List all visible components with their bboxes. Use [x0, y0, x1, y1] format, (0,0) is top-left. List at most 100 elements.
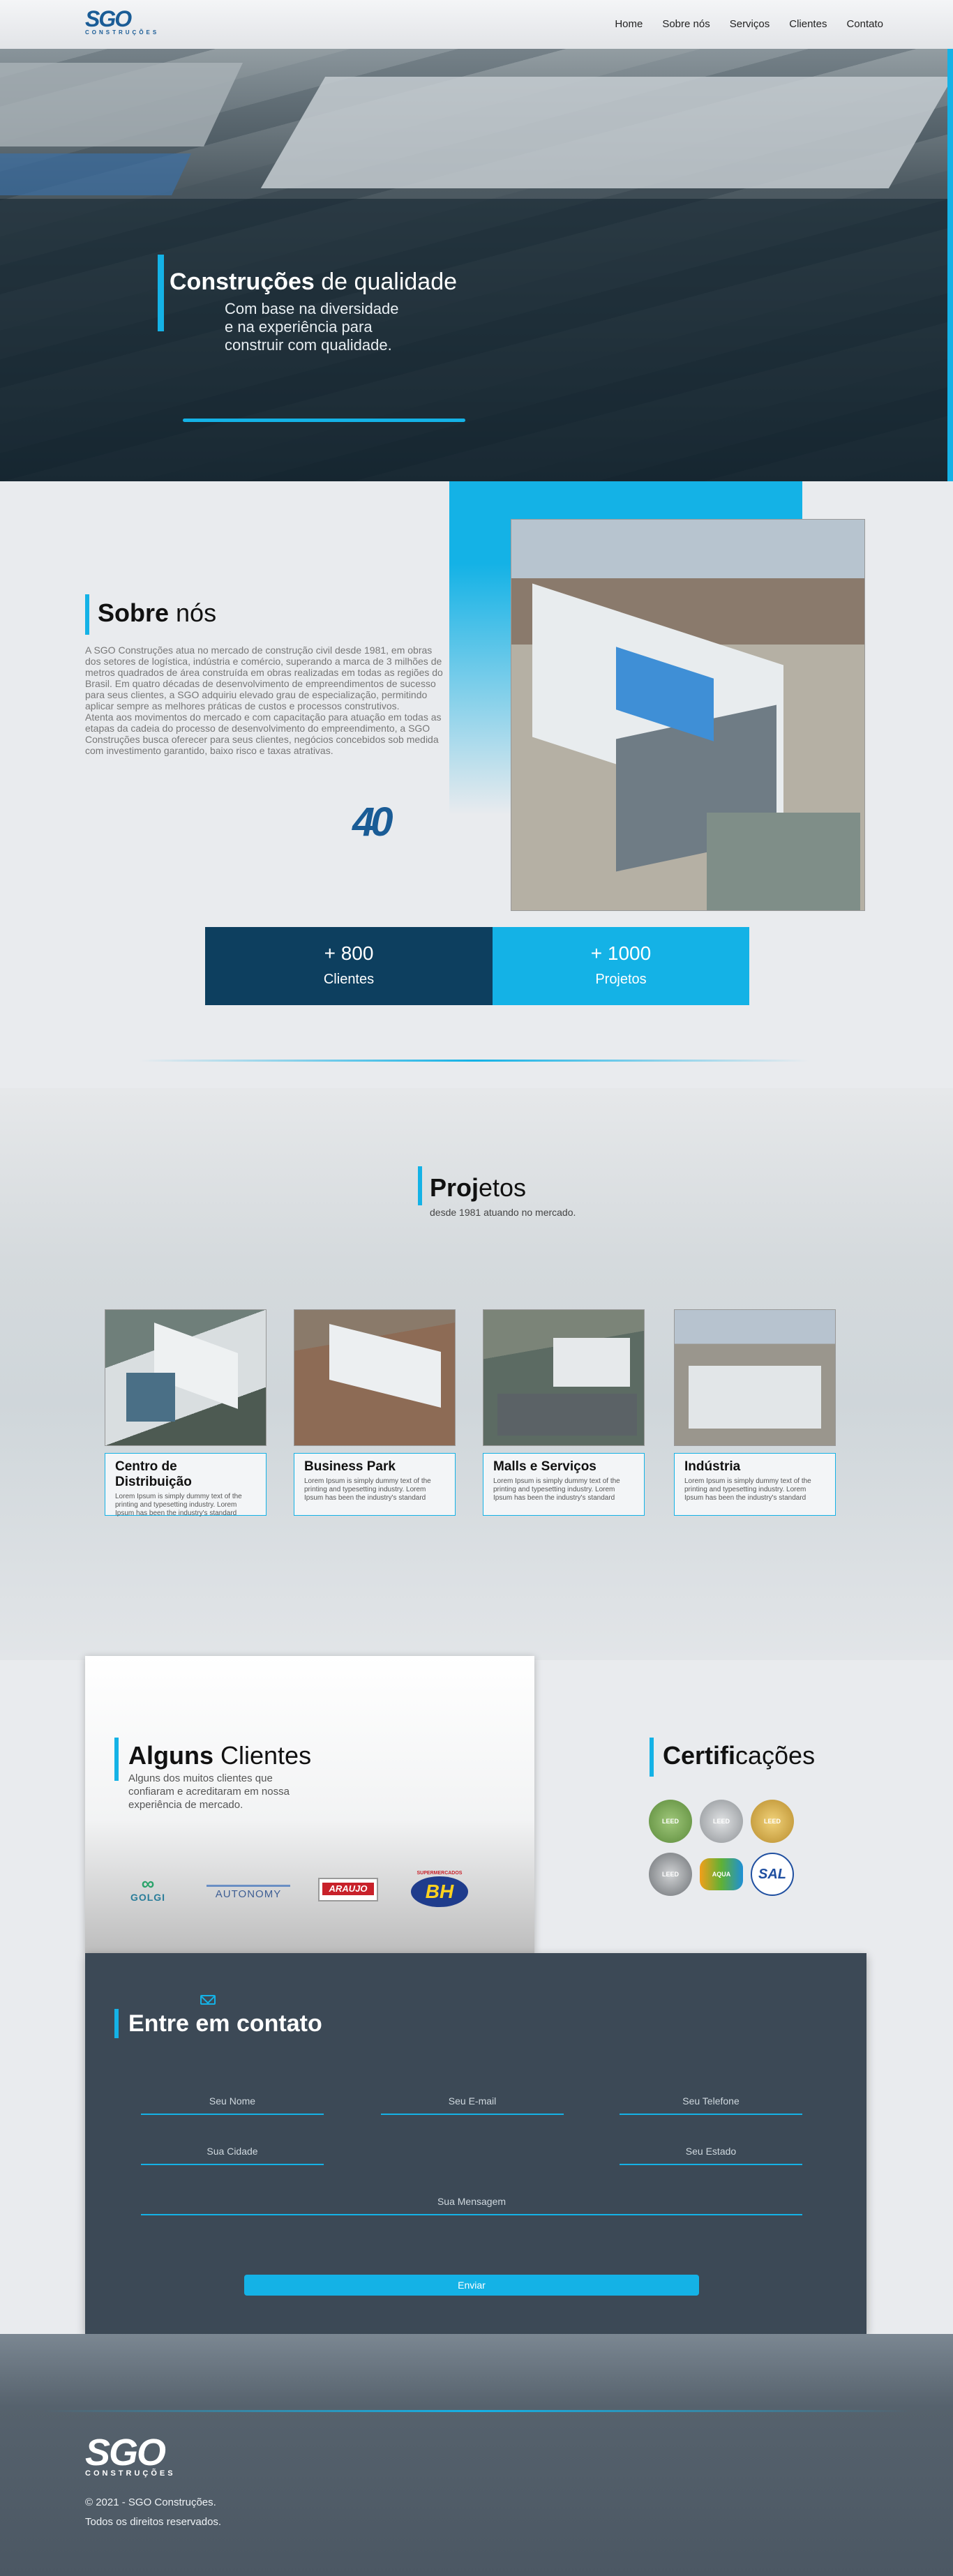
name-field[interactable]: Seu Nome — [141, 2094, 324, 2115]
certifications-title: Certificações — [663, 1741, 815, 1770]
certifications-title-rest: cações — [735, 1741, 816, 1770]
stat-number: + 1000 — [590, 942, 652, 964]
project-image[interactable] — [483, 1309, 645, 1446]
stat-projects: + 1000 Projetos — [493, 927, 749, 1005]
nav-contact[interactable]: Contato — [846, 18, 883, 30]
project-image-building — [126, 1373, 175, 1422]
send-button[interactable]: Enviar — [244, 2275, 699, 2296]
hero-title-bold: Construções — [170, 269, 315, 295]
project-card-text: Lorem Ipsum is simply dummy text of the … — [684, 1477, 811, 1502]
logo[interactable]: SGO CONSTRUÇÕES — [85, 8, 159, 36]
footer-logo-subtext: CONSTRUÇÕES — [85, 2469, 176, 2478]
envelope-icon — [200, 1990, 216, 2005]
client-logo-araujo: ARAUJO — [318, 1878, 378, 1901]
nav-services[interactable]: Serviços — [730, 18, 770, 30]
nav-about[interactable]: Sobre nós — [662, 18, 710, 30]
projects-title-rest: etos — [479, 1173, 527, 1202]
project-card[interactable]: Indústria Lorem Ipsum is simply dummy te… — [674, 1453, 836, 1516]
clients-title-rest: Clientes — [213, 1741, 312, 1770]
footer-logo-text: SGO — [85, 2432, 166, 2473]
project-card-text: Lorem Ipsum is simply dummy text of the … — [115, 1493, 242, 1517]
project-card-title: Malls e Serviços — [493, 1459, 596, 1474]
project-image-building — [329, 1324, 441, 1408]
header: SGO CONSTRUÇÕES Home Sobre nós Serviços … — [0, 0, 953, 49]
logo-text: SGO — [85, 6, 132, 31]
contact-title-bar — [114, 2009, 119, 2038]
client-logo-golgi: ∞ GOLGI — [120, 1873, 176, 1903]
leed-platinum-seal: LEED — [649, 1853, 692, 1896]
client-logo-text: GOLGI — [130, 1892, 166, 1903]
phone-field[interactable]: Seu Telefone — [620, 2094, 802, 2115]
about-photo — [511, 519, 865, 911]
projects-title-bar — [418, 1166, 422, 1205]
aqua-seal: AQUA — [700, 1858, 743, 1890]
message-field[interactable]: Sua Mensagem — [141, 2194, 802, 2215]
projects-title: Projetos — [430, 1173, 526, 1203]
about-title-bar — [85, 594, 89, 635]
stat-label: Projetos — [595, 972, 647, 987]
footer-logo[interactable]: SGO CONSTRUÇÕES — [85, 2432, 176, 2478]
copyright-text: © 2021 - SGO Construções. — [85, 2496, 216, 2508]
email-field[interactable]: Seu E-mail — [381, 2094, 564, 2115]
client-logo-bh: SUPERMERCADOS BH — [409, 1871, 470, 1907]
footer-divider — [42, 2410, 911, 2412]
about-accent-fade — [449, 564, 520, 815]
leed-gold-seal: LEED — [751, 1800, 794, 1843]
project-image[interactable] — [674, 1309, 836, 1446]
client-logo-autonomy: AUTONOMY — [207, 1885, 290, 1900]
main-nav: Home Sobre nós Serviços Clientes Contato — [615, 18, 883, 30]
certifications-title-bar — [650, 1738, 654, 1777]
about-title-bold: Sobre — [98, 598, 170, 627]
leed-green-seal: LEED — [649, 1800, 692, 1843]
hero-photo-building — [0, 63, 243, 146]
stat-label: Clientes — [323, 972, 375, 987]
nav-clients[interactable]: Clientes — [789, 18, 827, 30]
about-text: A SGO Construções atua no mercado de con… — [85, 645, 443, 756]
hero-subtitle: Com base na diversidade e na experiência… — [225, 300, 434, 354]
project-image[interactable] — [105, 1309, 267, 1446]
hero-title-rest: de qualidade — [314, 269, 458, 295]
stat-clients: + 800 Clientes — [205, 927, 493, 1005]
client-logo-text: ARAUJO — [322, 1883, 374, 1895]
hero-photo-building — [0, 153, 191, 195]
photo-parking — [707, 813, 860, 910]
clients-subtitle: Alguns dos muitos clientes que confiaram… — [128, 1772, 290, 1811]
project-card-title: Business Park — [304, 1459, 396, 1474]
client-logo-caption: SUPERMERCADOS — [417, 1871, 463, 1876]
stat-number: + 800 — [324, 942, 374, 964]
logo-subtext: CONSTRUÇÕES — [85, 29, 160, 36]
projects-subtitle: desde 1981 atuando no mercado. — [430, 1207, 576, 1218]
clients-title-bar — [114, 1738, 119, 1781]
infinity-icon: ∞ — [141, 1873, 155, 1894]
leed-silver-seal: LEED — [700, 1800, 743, 1843]
project-card-title: Indústria — [684, 1459, 741, 1474]
project-card[interactable]: Centro de Distribuição Lorem Ipsum is si… — [105, 1453, 267, 1517]
hero-edge-bar — [947, 49, 953, 481]
hero-banner — [0, 49, 953, 481]
city-field[interactable]: Sua Cidade — [141, 2144, 324, 2165]
project-image-building — [689, 1366, 821, 1429]
contact-title: Entre em contato — [128, 2010, 322, 2037]
client-logo-text: BH — [411, 1876, 468, 1907]
project-card[interactable]: Business Park Lorem Ipsum is simply dumm… — [294, 1453, 456, 1516]
nav-home[interactable]: Home — [615, 18, 643, 30]
hero-subtitle-line: Com base na diversidade — [225, 300, 399, 317]
hero-subtitle-line: construir com qualidade. — [225, 336, 392, 354]
project-image[interactable] — [294, 1309, 456, 1446]
project-card[interactable]: Malls e Serviços Lorem Ipsum is simply d… — [483, 1453, 645, 1516]
clients-title-bold: Alguns — [128, 1741, 213, 1770]
hero-subtitle-line: e na experiência para — [225, 318, 373, 336]
certifications-title-bold: Certifi — [663, 1741, 736, 1770]
about-title: Sobre nós — [98, 598, 216, 628]
sal-seal: SAL — [751, 1853, 794, 1896]
hero-underline — [183, 419, 465, 422]
project-card-text: Lorem Ipsum is simply dummy text of the … — [493, 1477, 620, 1502]
section-divider — [140, 1060, 809, 1062]
clients-title: Alguns Clientes — [128, 1741, 311, 1770]
projects-title-bold: Proj — [430, 1173, 479, 1202]
project-image-parking — [497, 1394, 637, 1436]
rights-text: Todos os direitos reservados. — [85, 2516, 222, 2528]
state-field[interactable]: Seu Estado — [620, 2144, 802, 2165]
project-card-title: Centro de Distribuição — [115, 1459, 192, 1489]
project-image-building — [553, 1338, 630, 1387]
